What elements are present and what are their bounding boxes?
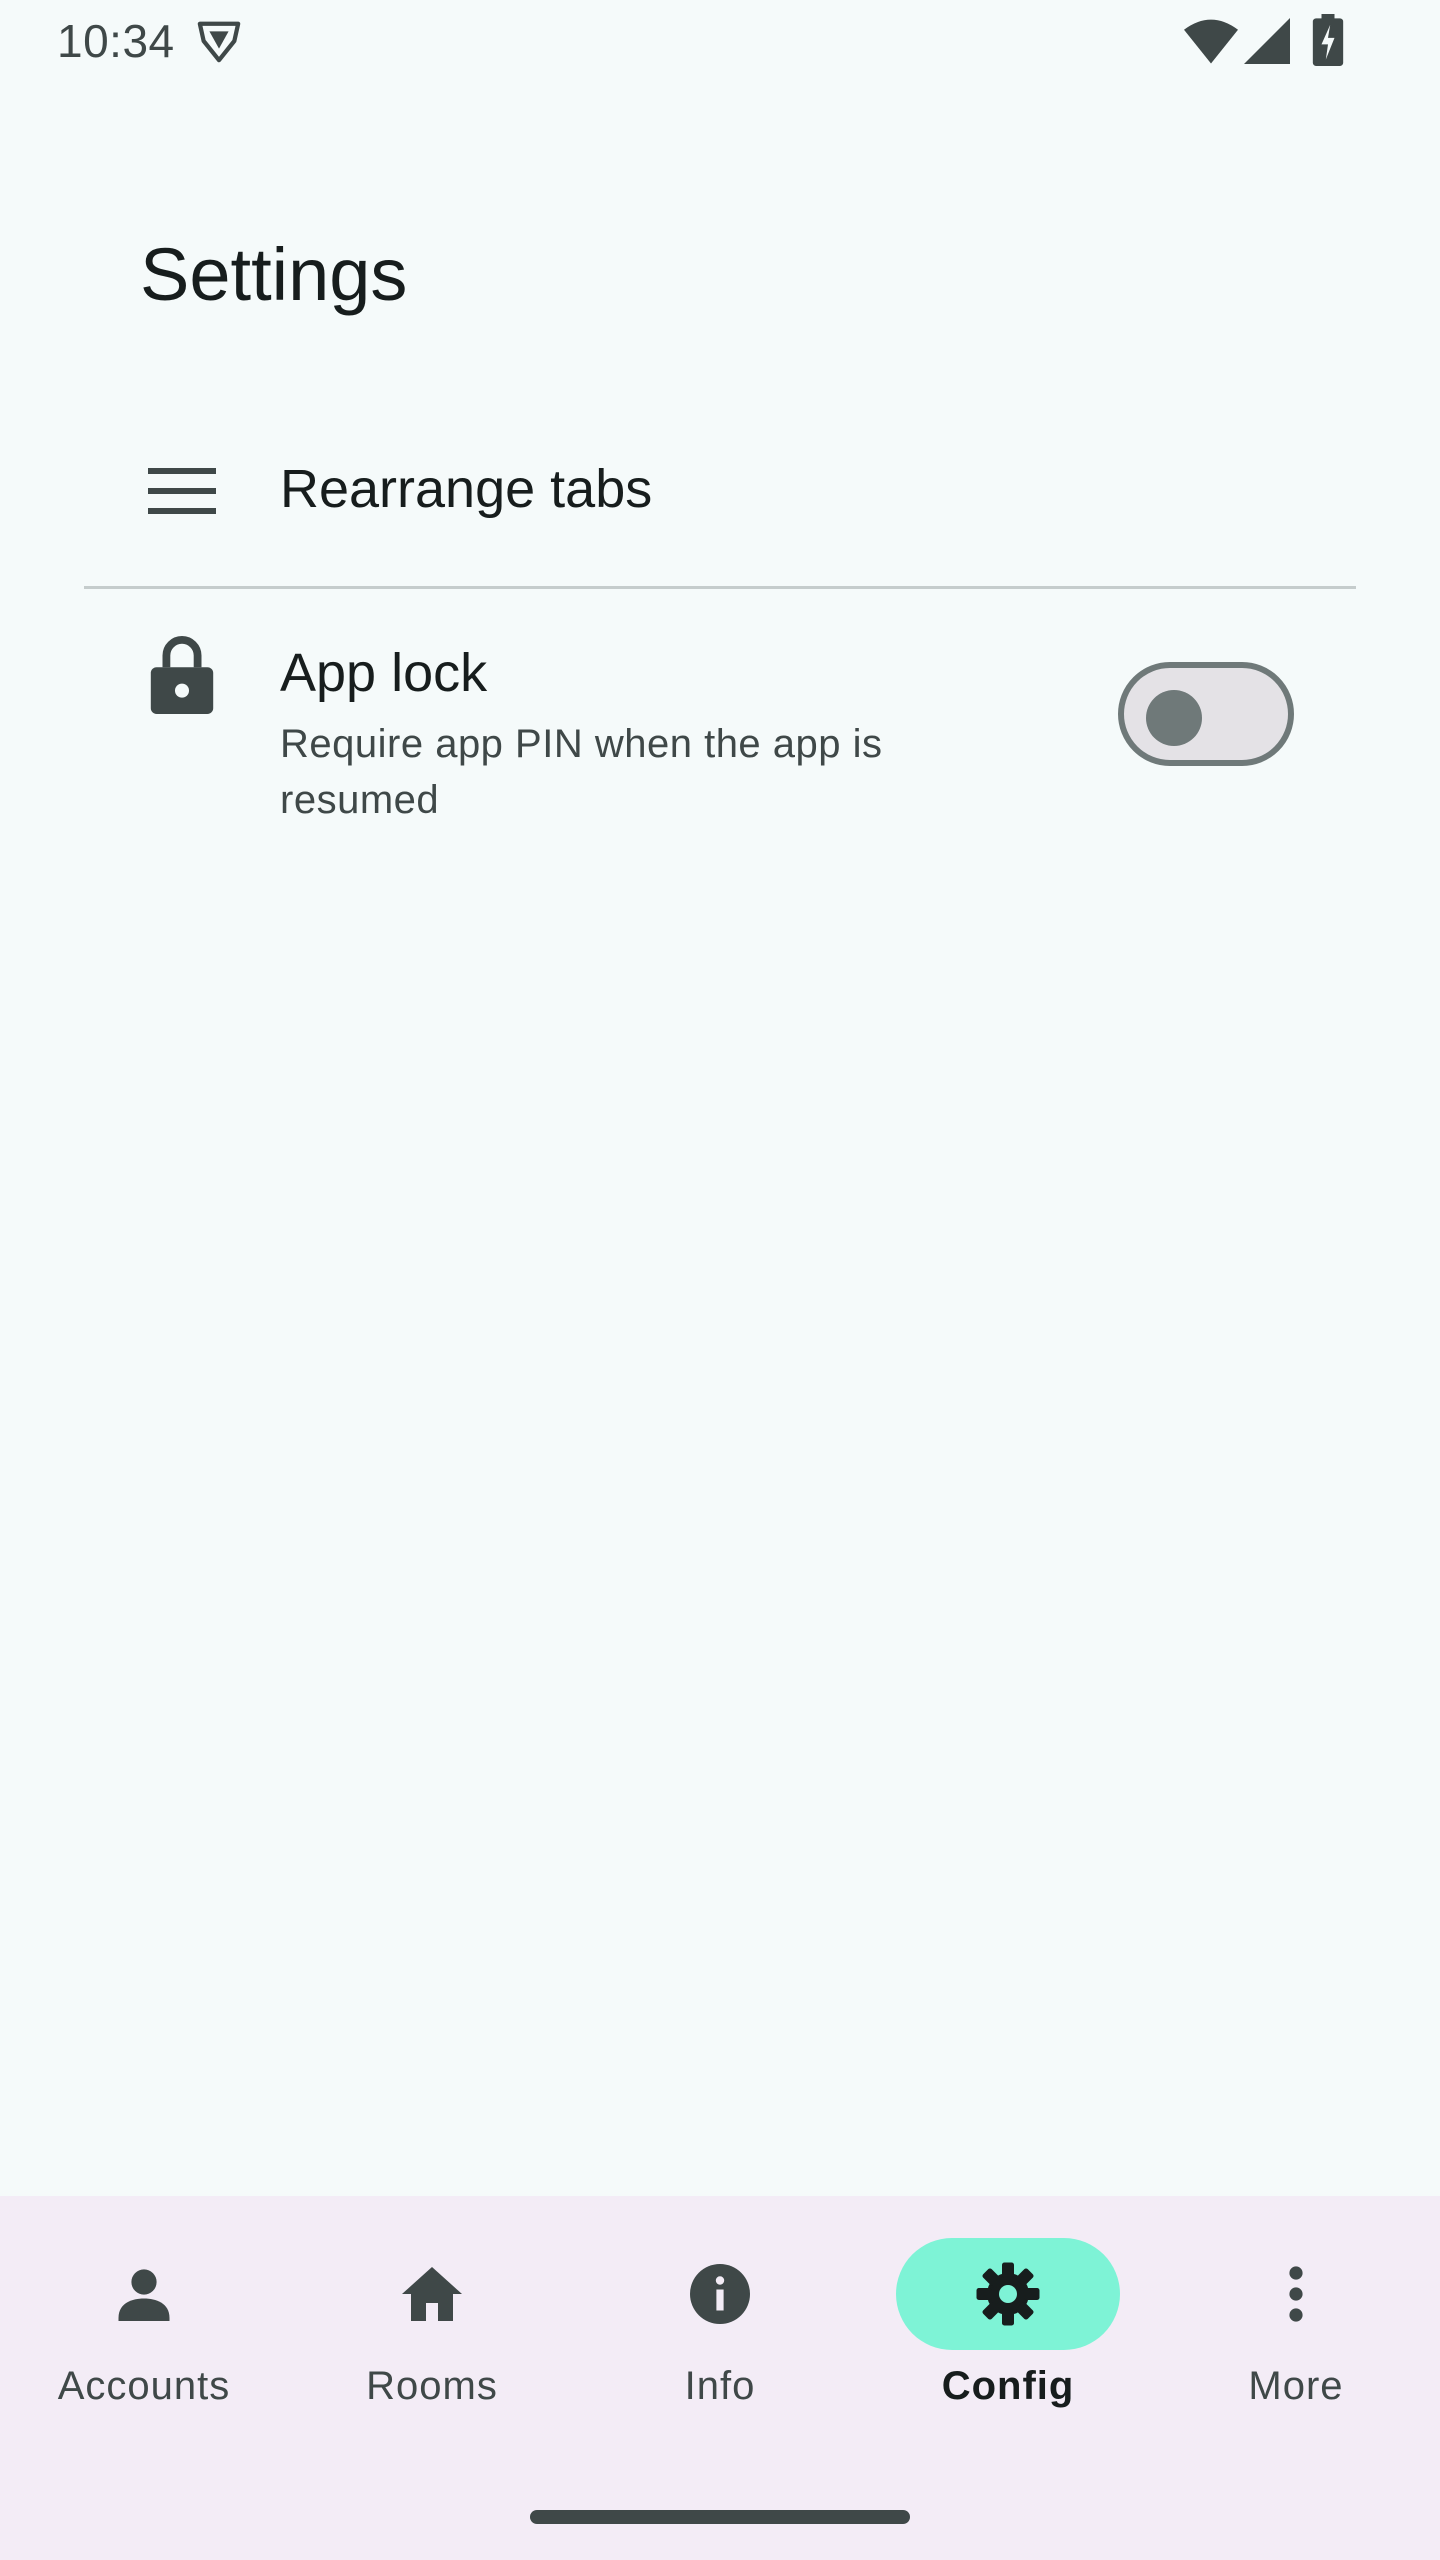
divider — [84, 586, 1356, 589]
nav-item-more[interactable]: More — [1152, 2196, 1440, 2436]
status-time: 10:34 — [57, 15, 175, 67]
person-icon — [118, 2269, 170, 2321]
nav-label-more: More — [1248, 2364, 1344, 2408]
page-title: Settings — [140, 233, 408, 316]
app-lock-description: Require app PIN when the app is resumed — [280, 722, 883, 822]
lock-icon — [150, 636, 214, 714]
home-icon — [402, 2267, 462, 2321]
toggle-thumb — [1146, 690, 1202, 746]
more-vert-icon — [1289, 2266, 1303, 2322]
nav-item-accounts[interactable]: Accounts — [0, 2196, 288, 2436]
nav-item-rooms[interactable]: Rooms — [288, 2196, 576, 2436]
info-icon — [690, 2264, 750, 2324]
nav-label-accounts: Accounts — [57, 2364, 231, 2408]
gesture-handle[interactable] — [530, 2510, 910, 2524]
menu-icon — [148, 468, 216, 514]
battery-charging-icon — [1312, 14, 1344, 66]
rearrange-tabs-label: Rearrange tabs — [280, 459, 653, 519]
gear-icon — [976, 2262, 1040, 2326]
nav-label-info: Info — [684, 2364, 756, 2408]
nav-item-config[interactable]: Config — [864, 2196, 1152, 2436]
app-lock-item[interactable]: App lock Require app PIN when the app is… — [0, 620, 1440, 840]
bottom-navigation: Accounts Rooms Info Config More — [0, 2196, 1440, 2560]
nav-label-rooms: Rooms — [366, 2364, 498, 2408]
wifi-icon — [1184, 19, 1238, 64]
nav-item-info[interactable]: Info — [576, 2196, 864, 2436]
status-bar: 10:34 — [0, 0, 1440, 90]
signal-icon — [1244, 18, 1290, 64]
nav-label-config: Config — [941, 2364, 1075, 2408]
rearrange-tabs-item[interactable]: Rearrange tabs — [0, 400, 1440, 580]
app-lock-label: App lock — [280, 643, 488, 703]
app-lock-toggle[interactable] — [1118, 662, 1294, 766]
shield-notification-icon — [197, 21, 241, 63]
